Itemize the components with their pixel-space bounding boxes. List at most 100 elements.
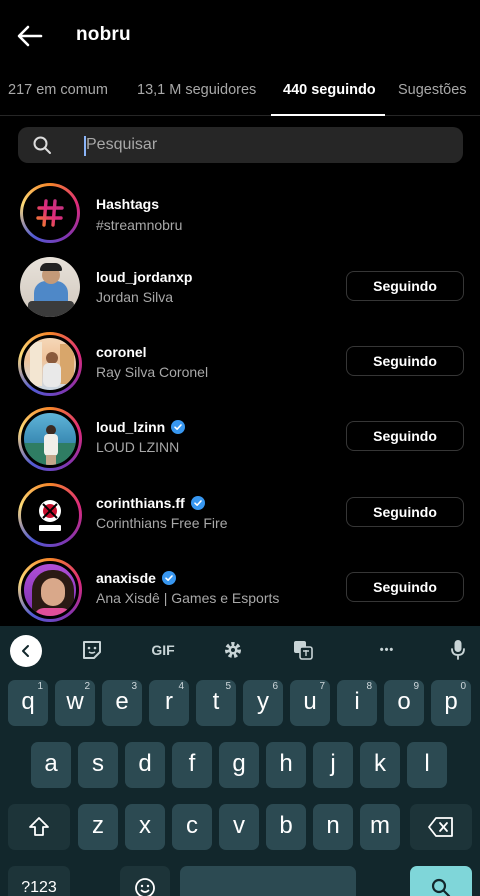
search-input[interactable]: [86, 127, 446, 163]
account-username: coronel: [96, 344, 147, 360]
key-label: y: [257, 688, 269, 715]
key-h[interactable]: h: [266, 742, 306, 788]
account-fullname: LOUD LZINN: [96, 439, 180, 455]
following-button[interactable]: Seguindo: [346, 271, 464, 301]
account-username: loud_lzinn: [96, 419, 186, 435]
gif-button[interactable]: GIF: [146, 638, 180, 662]
account-fullname: Corinthians Free Fire: [96, 515, 228, 531]
key-hint: 1: [37, 681, 43, 692]
key-label: o: [397, 688, 411, 715]
settings-button[interactable]: [221, 638, 245, 662]
key-c[interactable]: c: [172, 804, 212, 850]
voice-input-button[interactable]: [448, 638, 468, 662]
following-button[interactable]: Seguindo: [346, 346, 464, 376]
key-hint: 7: [319, 681, 325, 692]
gear-icon: [225, 642, 241, 658]
avatar: [18, 558, 82, 622]
on-screen-keyboard: GIF ••• q1 w2 e3 r4 t5 y6 u7 i8 o9 p0 a …: [0, 626, 480, 896]
list-item[interactable]: loud_jordanxp Jordan Silva Seguindo: [0, 253, 480, 325]
key-i[interactable]: i8: [337, 680, 377, 726]
key-hint: 2: [84, 681, 90, 692]
backspace-key[interactable]: [410, 804, 472, 850]
account-username: corinthians.ff: [96, 495, 205, 511]
key-x[interactable]: x: [125, 804, 165, 850]
key-t[interactable]: t5: [196, 680, 236, 726]
search-icon: [431, 878, 451, 896]
account-fullname: Ray Silva Coronel: [96, 364, 209, 380]
account-fullname: Ana Xisdê | Games e Esports: [96, 590, 280, 606]
key-o[interactable]: o9: [384, 680, 424, 726]
more-options-button[interactable]: •••: [374, 638, 400, 662]
verified-badge-icon: [171, 420, 186, 434]
key-hint: 3: [131, 681, 137, 692]
key-z[interactable]: z: [78, 804, 118, 850]
backspace-icon: [428, 817, 453, 837]
key-d[interactable]: d: [125, 742, 165, 788]
key-f[interactable]: f: [172, 742, 212, 788]
following-button[interactable]: Seguindo: [346, 497, 464, 527]
search-bar[interactable]: [18, 127, 463, 163]
key-p[interactable]: p0: [431, 680, 471, 726]
hashtags-title: Hashtags: [96, 196, 160, 212]
shift-icon: [29, 817, 49, 836]
avatar: [18, 407, 82, 471]
hashtag-avatar: [20, 183, 80, 243]
emoji-key[interactable]: [120, 866, 170, 896]
key-n[interactable]: n: [313, 804, 353, 850]
following-button[interactable]: Seguindo: [346, 572, 464, 602]
verified-badge-icon: [161, 571, 176, 585]
sticker-button[interactable]: [80, 638, 104, 662]
username-text: coronel: [96, 344, 147, 360]
shift-key[interactable]: [8, 804, 70, 850]
list-item[interactable]: anaxisde Ana Xisdê | Games e Esports Seg…: [0, 554, 480, 626]
key-m[interactable]: m: [360, 804, 400, 850]
key-w[interactable]: w2: [55, 680, 95, 726]
key-q[interactable]: q1: [8, 680, 48, 726]
key-hint: 8: [366, 681, 372, 692]
translate-button[interactable]: [291, 638, 315, 662]
key-s[interactable]: s: [78, 742, 118, 788]
key-g[interactable]: g: [219, 742, 259, 788]
hashtags-row[interactable]: Hashtags #streamnobru: [0, 179, 480, 251]
translate-icon: [294, 641, 313, 660]
key-k[interactable]: k: [360, 742, 400, 788]
key-y[interactable]: y6: [243, 680, 283, 726]
key-a[interactable]: a: [31, 742, 71, 788]
sticker-icon: [83, 641, 101, 659]
list-item[interactable]: coronel Ray Silva Coronel Seguindo: [0, 328, 480, 400]
symbols-key[interactable]: ?123: [8, 866, 70, 896]
tab-following[interactable]: 440 seguindo: [283, 82, 376, 98]
active-tab-indicator: [271, 114, 385, 116]
tab-suggestions[interactable]: Sugestões: [398, 82, 467, 98]
key-e[interactable]: e3: [102, 680, 142, 726]
key-label: w: [66, 688, 84, 715]
list-item[interactable]: loud_lzinn LOUD LZINN Seguindo: [0, 403, 480, 475]
key-u[interactable]: u7: [290, 680, 330, 726]
corinthians-logo-icon: [39, 500, 61, 531]
account-username: loud_jordanxp: [96, 269, 192, 285]
back-arrow-icon[interactable]: [14, 20, 46, 52]
following-button[interactable]: Seguindo: [346, 421, 464, 451]
search-icon: [33, 136, 51, 154]
username-text: loud_jordanxp: [96, 269, 193, 285]
username-text: corinthians.ff: [96, 495, 185, 511]
space-key[interactable]: [180, 866, 356, 896]
search-submit-key[interactable]: [410, 866, 472, 896]
keyboard-toolbar: GIF •••: [0, 626, 480, 674]
tab-followers[interactable]: 13,1 M seguidores: [137, 82, 256, 98]
key-l[interactable]: l: [407, 742, 447, 788]
list-item[interactable]: corinthians.ff Corinthians Free Fire Seg…: [0, 479, 480, 551]
key-hint: 6: [272, 681, 278, 692]
key-b[interactable]: b: [266, 804, 306, 850]
header: nobru: [0, 0, 480, 72]
keyboard-collapse-button[interactable]: [10, 635, 42, 667]
hashtag-icon: [36, 199, 64, 227]
key-r[interactable]: r4: [149, 680, 189, 726]
key-v[interactable]: v: [219, 804, 259, 850]
key-label: r: [165, 688, 173, 715]
avatar: [18, 332, 82, 396]
username-text: loud_lzinn: [96, 419, 166, 435]
username-text: anaxisde: [96, 570, 156, 586]
key-j[interactable]: j: [313, 742, 353, 788]
tab-mutual[interactable]: 217 em comum: [8, 82, 108, 98]
